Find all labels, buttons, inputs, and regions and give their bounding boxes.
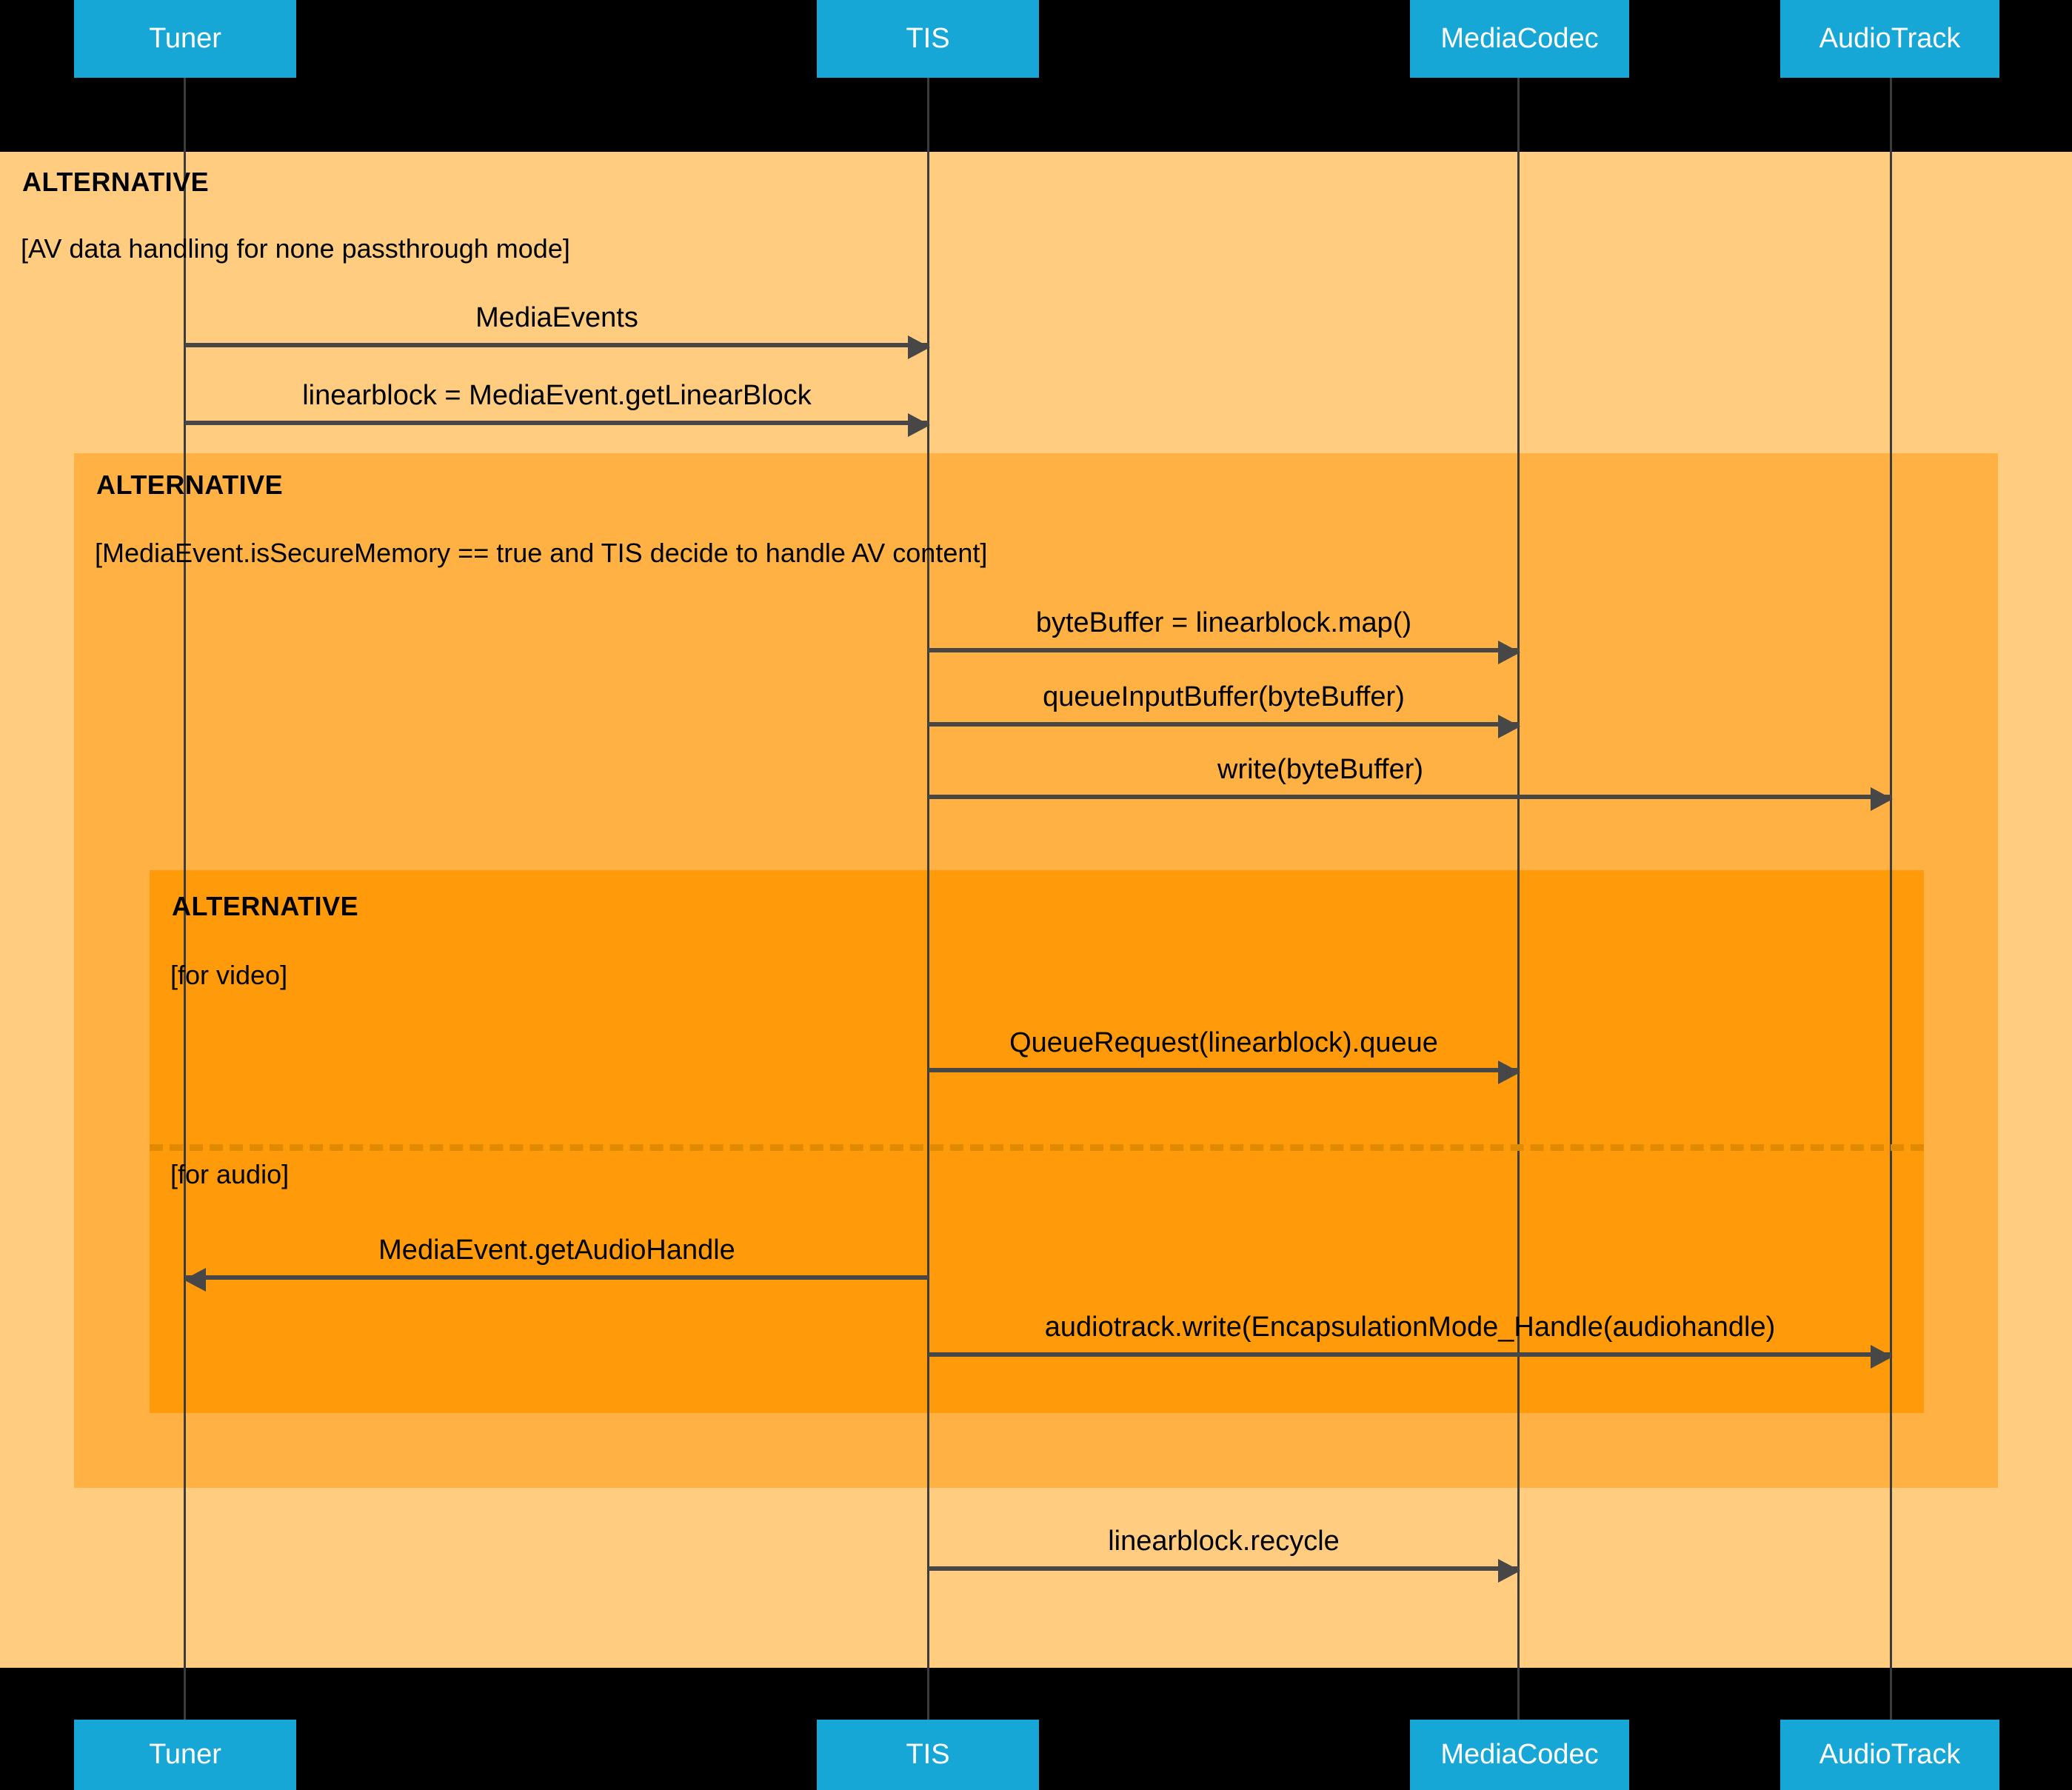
message-arrow-linearblock-map [929,641,1520,664]
sequence-diagram-canvas: ALTERNATIVE [AV data handling for none p… [0,0,2072,1790]
lifeline-audiotrack [1890,78,1892,1744]
message-label-getlinearblock: linearblock = MediaEvent.getLinearBlock [302,380,812,411]
message-arrow-audiotrack-write [929,1345,1893,1369]
arrowhead-icon [184,1268,206,1292]
message-arrow-queuerequest [929,1061,1520,1084]
participant-foot-tuner[interactable]: Tuner [74,1720,296,1790]
alt-inner-guard-video: [for video] [170,960,288,990]
participant-label-audiotrack-bottom: AudioTrack [1819,1739,1961,1770]
participant-head-tis[interactable]: TIS [817,0,1039,78]
participant-foot-tis[interactable]: TIS [817,1720,1039,1790]
participant-label-tuner-bottom: Tuner [149,1739,221,1770]
alt-inner-guard-audio: [for audio] [170,1159,290,1189]
participant-label-audiotrack: AudioTrack [1819,23,1961,54]
message-arrow-write-bytebuffer [929,787,1893,811]
arrowhead-icon [1498,715,1520,738]
participant-label-mediacodec-bottom: MediaCodec [1440,1739,1599,1770]
message-arrow-getaudiohandle [184,1268,929,1292]
alt-middle-guard: [MediaEvent.isSecureMemory == true and T… [95,538,988,568]
participant-label-tuner: Tuner [149,23,221,54]
arrowhead-icon [1871,1345,1893,1369]
lifeline-mediacodec [1517,78,1520,1744]
message-arrow-queueinputbuffer [929,715,1520,738]
message-label-audiotrack-write: audiotrack.write(EncapsulationMode_Handl… [1044,1312,1776,1343]
message-label-write-bytebuffer: write(byteBuffer) [1217,754,1424,785]
message-label-getaudiohandle: MediaEvent.getAudioHandle [378,1235,735,1266]
arrowhead-icon [1498,641,1520,664]
alt-outer-guard: [AV data handling for none passthrough m… [21,233,570,264]
message-arrow-linearblock-recycle [929,1559,1520,1583]
participant-label-tis-bottom: TIS [906,1739,950,1770]
message-label-queueinputbuffer: queueInputBuffer(byteBuffer) [1043,681,1405,712]
message-label-linearblock-recycle: linearblock.recycle [1108,1526,1340,1557]
arrowhead-icon [1498,1559,1520,1583]
message-label-mediaevents: MediaEvents [475,302,638,333]
message-label-linearblock-map: byteBuffer = linearblock.map() [1035,607,1412,638]
arrowhead-icon [1871,787,1893,811]
participant-head-mediacodec[interactable]: MediaCodec [1410,0,1629,78]
alt-outer-keyword: ALTERNATIVE [22,167,210,197]
arrowhead-icon [1498,1061,1520,1084]
message-label-queuerequest: QueueRequest(linearblock).queue [1009,1027,1438,1058]
message-arrow-mediaevents [185,335,930,359]
participant-head-tuner[interactable]: Tuner [74,0,296,78]
participant-label-tis: TIS [906,23,950,54]
participant-foot-audiotrack[interactable]: AudioTrack [1780,1720,1999,1790]
arrowhead-icon [908,413,930,437]
alt-inner-keyword: ALTERNATIVE [172,891,359,921]
message-arrow-getlinearblock [185,413,930,437]
participant-head-audiotrack[interactable]: AudioTrack [1780,0,1999,78]
participant-label-mediacodec: MediaCodec [1440,23,1599,54]
alt-inner-divider [150,1144,1924,1151]
alt-middle-keyword: ALTERNATIVE [96,470,284,500]
participant-foot-mediacodec[interactable]: MediaCodec [1410,1720,1629,1790]
arrowhead-icon [908,335,930,359]
